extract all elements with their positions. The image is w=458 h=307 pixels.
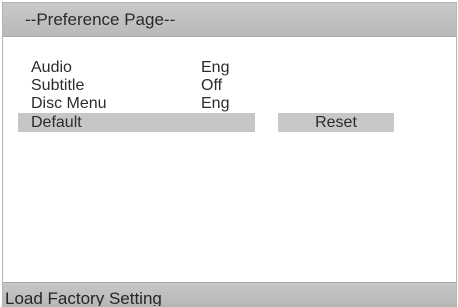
menu-item-subtitle[interactable]: Subtitle Off <box>16 77 394 94</box>
preference-header: --Preference Page-- <box>3 3 456 37</box>
menu-item-label: Audio <box>31 59 72 76</box>
status-text: Load Factory Setting <box>5 289 162 306</box>
menu-item-value: Eng <box>201 59 230 76</box>
menu-item-disc-menu[interactable]: Disc Menu Eng <box>16 95 394 112</box>
menu-item-label: Subtitle <box>31 77 85 94</box>
preference-page-screen: --Preference Page-- Audio Eng Subtitle O… <box>0 0 458 307</box>
page-title: --Preference Page-- <box>25 10 176 29</box>
reset-option[interactable]: Reset <box>278 113 394 132</box>
menu-item-label: Default <box>18 113 255 132</box>
menu-item-audio[interactable]: Audio Eng <box>16 59 394 76</box>
status-bar: Load Factory Setting <box>3 282 456 306</box>
menu-item-value: Eng <box>201 95 230 112</box>
menu-item-value: Off <box>201 77 223 94</box>
preference-menu: Audio Eng Subtitle Off Disc Menu Eng Def… <box>16 59 394 133</box>
menu-item-label: Disc Menu <box>31 95 107 112</box>
menu-item-default[interactable]: Default Reset <box>16 113 394 132</box>
preference-panel: --Preference Page-- Audio Eng Subtitle O… <box>2 2 457 307</box>
